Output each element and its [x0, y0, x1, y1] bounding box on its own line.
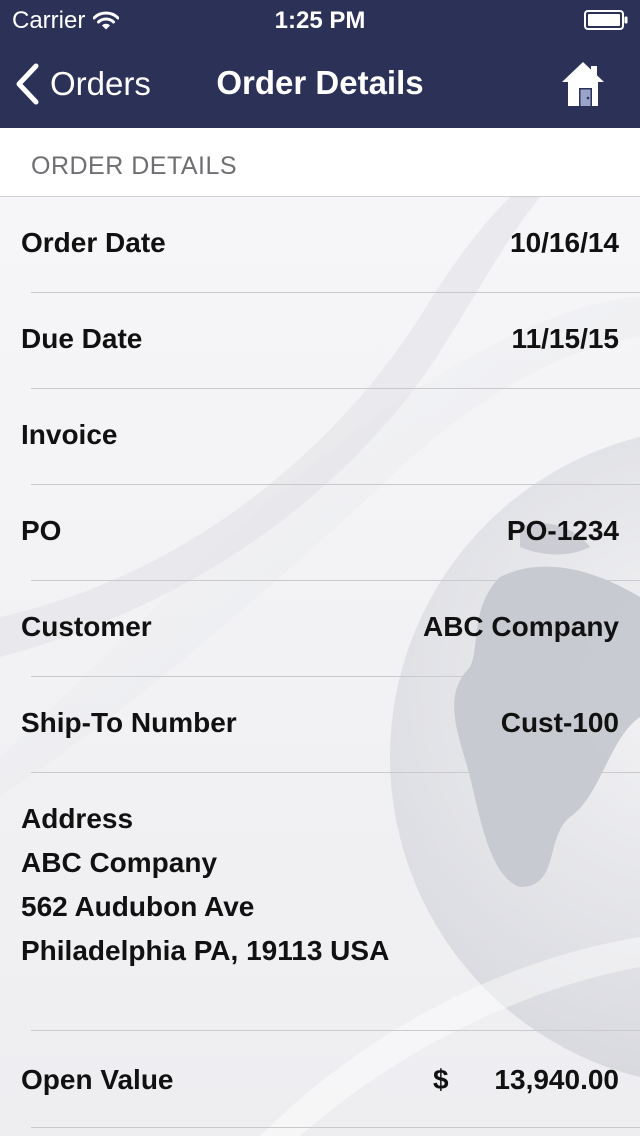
row-invoice: Invoice — [0, 389, 640, 485]
row-po: PO PO-1234 — [0, 485, 640, 581]
row-label: Order Date — [21, 227, 166, 258]
status-bar: Carrier 1:25 PM — [0, 0, 640, 40]
page-title: Order Details — [0, 64, 640, 102]
address-line-2: 562 Audubon Ave — [21, 891, 255, 922]
status-time: 1:25 PM — [274, 7, 366, 34]
row-label: PO — [21, 515, 62, 546]
row-label: Due Date — [21, 323, 143, 354]
row-address: Address ABC Company 562 Audubon Ave Phil… — [0, 773, 640, 1031]
row-label: Ship-To Number — [21, 707, 237, 738]
section-header-label: ORDER DETAILS — [31, 152, 238, 180]
row-separator — [31, 1127, 640, 1128]
navigation-bar: Orders Order Details — [0, 40, 640, 128]
row-open-value: Open Value $ 13,940.00 — [0, 1031, 640, 1128]
row-value: PO-1234 — [506, 515, 619, 546]
row-due-date: Due Date 11/15/15 — [0, 293, 640, 389]
section-header: ORDER DETAILS — [0, 128, 640, 197]
row-label: Invoice — [21, 419, 118, 450]
row-ship-to-number: Ship-To Number Cust-100 — [0, 677, 640, 773]
top-bar: Carrier 1:25 PM Orders Order Details — [0, 0, 640, 128]
open-value-amount: 13,940.00 — [494, 1064, 619, 1095]
currency-symbol: $ — [433, 1064, 449, 1095]
battery-icon — [584, 10, 628, 30]
home-icon[interactable] — [560, 60, 606, 108]
address-label: Address — [21, 803, 134, 834]
address-line-1: ABC Company — [21, 847, 218, 878]
order-details-list[interactable]: Order Date 10/16/14 Due Date 11/15/15 In… — [0, 197, 640, 1136]
row-label: Customer — [21, 611, 152, 642]
row-value: 10/16/14 — [510, 227, 619, 258]
row-label: Open Value — [21, 1064, 174, 1095]
row-order-date: Order Date 10/16/14 — [0, 197, 640, 293]
address-line-3: Philadelphia PA, 19113 USA — [21, 935, 390, 966]
row-customer: Customer ABC Company — [0, 581, 640, 677]
row-value: 11/15/15 — [511, 323, 619, 354]
row-value: Cust-100 — [500, 707, 619, 738]
page-title-text: Order Details — [216, 64, 424, 101]
row-value: ABC Company — [422, 611, 619, 642]
